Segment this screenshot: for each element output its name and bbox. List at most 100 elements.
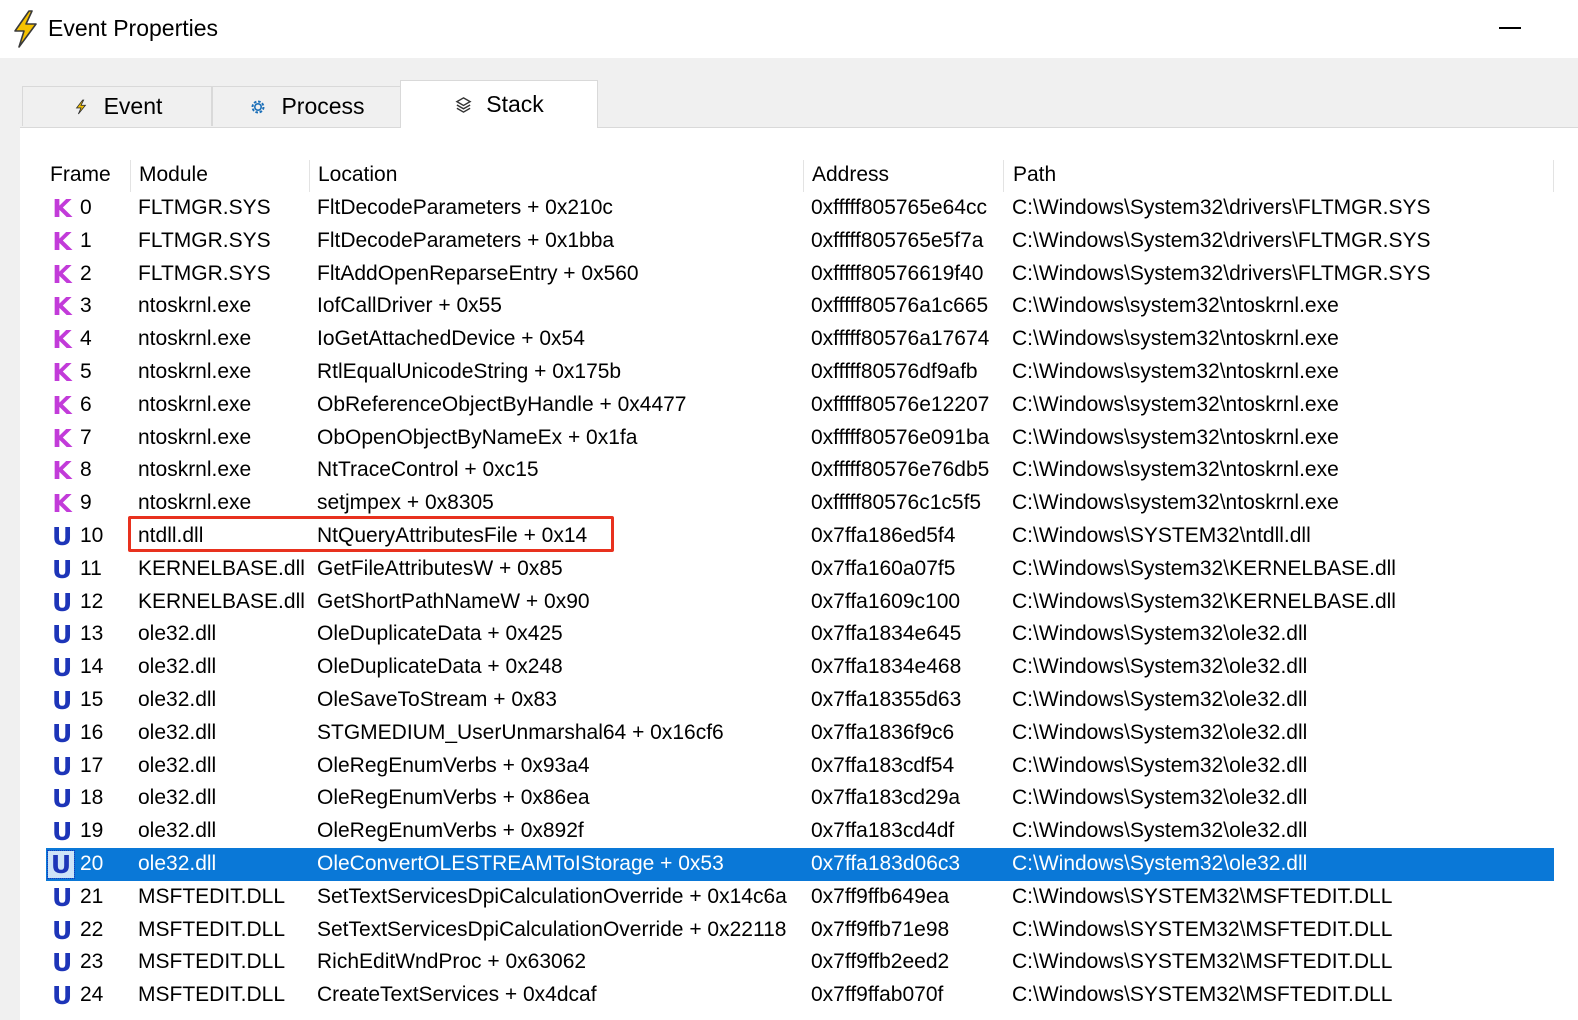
user-mode-icon: U — [52, 587, 73, 617]
table-row[interactable]: U 19 ole32.dll OleRegEnumVerbs + 0x892f 0x7f… — [46, 815, 1554, 848]
cell-frame: 0 — [80, 196, 92, 219]
table-row[interactable]: U 12 KERNELBASE.dll GetShortPathNameW + 0x9… — [46, 586, 1554, 619]
user-mode-icon: U — [52, 915, 73, 945]
stack-frame-list: K 0 FLTMGR.SYS FltDecodeParameters + 0x210c… — [46, 192, 1554, 1012]
cell-module: ole32.dll — [138, 819, 217, 843]
cell-location: SetTextServicesDpiCalculationOverride + … — [317, 917, 787, 941]
cell-location: GetFileAttributesW + 0x85 — [317, 556, 563, 580]
cell-path: C:\Windows\System32\drivers\FLTMGR.SYS — [1012, 196, 1431, 219]
tab-process[interactable]: Process — [212, 86, 402, 126]
cell-path: C:\Windows\System32\KERNELBASE.dll — [1012, 556, 1396, 580]
user-mode-icon: U — [52, 521, 73, 551]
table-row[interactable]: U 10 ntdll.dll NtQueryAttributesFile + 0x14… — [46, 520, 1554, 553]
cell-location: FltAddOpenReparseEntry + 0x560 — [317, 261, 639, 285]
cell-module: ntoskrnl.exe — [138, 359, 252, 383]
table-row[interactable]: K 1 FLTMGR.SYS FltDecodeParameters + 0x1bba… — [46, 225, 1554, 258]
column-separator[interactable] — [1553, 160, 1554, 192]
table-row[interactable]: K 3 ntoskrnl.exe IofCallDriver + 0x55 0xffff… — [46, 290, 1554, 323]
cell-frame: 15 — [80, 687, 104, 711]
cell-frame: 23 — [80, 950, 104, 974]
table-row[interactable]: U 11 KERNELBASE.dll GetFileAttributesW + 0x… — [46, 553, 1554, 586]
cell-path: C:\Windows\SYSTEM32\MSFTEDIT.DLL — [1012, 884, 1393, 908]
table-row[interactable]: U 23 MSFTEDIT.DLL RichEditWndProc + 0x63062… — [46, 946, 1554, 979]
cell-address: 0x7ffa186ed5f4 — [811, 523, 956, 547]
table-row[interactable]: K 6 ntoskrnl.exe ObReferenceObjectByHandle … — [46, 389, 1554, 422]
minimize-icon — [1499, 27, 1521, 29]
column-header-address[interactable]: Address — [810, 156, 889, 194]
cell-address: 0xfffff80576619f40 — [811, 261, 984, 285]
cell-module: ntoskrnl.exe — [138, 392, 252, 416]
table-row[interactable]: U 24 MSFTEDIT.DLL CreateTextServices + 0x4d… — [46, 979, 1554, 1012]
table-row[interactable]: U 21 MSFTEDIT.DLL SetTextServicesDpiCalcula… — [46, 881, 1554, 914]
table-row[interactable]: K 9 ntoskrnl.exe setjmpex + 0x8305 0xfffff80… — [46, 487, 1554, 520]
minimize-button[interactable] — [1490, 10, 1530, 46]
cell-address: 0x7ffa1836f9c6 — [811, 720, 955, 744]
window-title: Event Properties — [48, 15, 219, 41]
kernel-mode-icon: K — [52, 489, 72, 519]
column-header-location[interactable]: Location — [316, 156, 397, 194]
cell-path: C:\Windows\System32\ole32.dll — [1012, 655, 1308, 679]
cell-path: C:\Windows\System32\ole32.dll — [1012, 851, 1308, 875]
table-row[interactable]: K 2 FLTMGR.SYS FltAddOpenReparseEntry + 0x5… — [46, 258, 1554, 291]
cell-location: OleDuplicateData + 0x425 — [317, 622, 563, 646]
user-mode-icon: U — [52, 817, 73, 847]
cell-module: ole32.dll — [138, 622, 217, 646]
table-row[interactable]: U 22 MSFTEDIT.DLL SetTextServicesDpiCalcula… — [46, 914, 1554, 947]
column-header-path[interactable]: Path — [1011, 156, 1056, 194]
table-row[interactable]: U 17 ole32.dll OleRegEnumVerbs + 0x93a4 0x7f… — [46, 750, 1554, 783]
table-row[interactable]: K 5 ntoskrnl.exe RtlEqualUnicodeString + 0x… — [46, 356, 1554, 389]
user-mode-icon: U — [52, 784, 73, 814]
kernel-mode-icon: K — [52, 325, 72, 355]
lightning-icon — [14, 10, 37, 48]
table-row[interactable]: K 0 FLTMGR.SYS FltDecodeParameters + 0x210c… — [46, 192, 1554, 225]
cell-frame: 22 — [80, 917, 104, 941]
cell-address: 0x7ffa1834e645 — [811, 622, 962, 646]
cell-module: ole32.dll — [138, 851, 217, 875]
user-mode-icon: U — [52, 882, 73, 912]
cell-address: 0x7ffa160a07f5 — [811, 556, 956, 580]
user-mode-icon: U — [52, 653, 73, 683]
cell-address: 0x7ffa183cdf54 — [811, 753, 955, 777]
cell-frame: 21 — [80, 884, 104, 908]
table-row[interactable]: K 4 ntoskrnl.exe IoGetAttachedDevice + 0x54… — [46, 323, 1554, 356]
cell-location: OleDuplicateData + 0x248 — [317, 655, 563, 679]
cell-module: ole32.dll — [138, 786, 217, 810]
table-row[interactable]: U 18 ole32.dll OleRegEnumVerbs + 0x86ea 0x7f… — [46, 782, 1554, 815]
cell-location: NtQueryAttributesFile + 0x14 — [317, 523, 588, 547]
table-row[interactable]: U 20 ole32.dll OleConvertOLESTREAMToIStorag… — [46, 847, 1554, 881]
column-separator[interactable] — [1003, 160, 1004, 192]
column-separator[interactable] — [130, 160, 131, 192]
cell-path: C:\Windows\system32\ntoskrnl.exe — [1012, 327, 1339, 351]
table-row[interactable]: U 16 ole32.dll STGMEDIUM_UserUnmarshal64 + … — [46, 717, 1554, 750]
cell-path: C:\Windows\system32\ntoskrnl.exe — [1012, 294, 1339, 318]
column-separator[interactable] — [803, 160, 804, 192]
cell-location: SetTextServicesDpiCalculationOverride + … — [317, 884, 787, 908]
gear-icon — [249, 98, 267, 116]
cell-path: C:\Windows\system32\ntoskrnl.exe — [1012, 425, 1339, 449]
user-mode-icon: U — [52, 685, 73, 715]
cell-frame: 6 — [80, 392, 92, 416]
cell-location: OleSaveToStream + 0x83 — [317, 687, 557, 711]
cell-path: C:\Windows\SYSTEM32\MSFTEDIT.DLL — [1012, 917, 1393, 941]
cell-path: C:\Windows\system32\ntoskrnl.exe — [1012, 458, 1339, 482]
table-row[interactable]: K 8 ntoskrnl.exe NtTraceControl + 0xc15 0xff… — [46, 454, 1554, 487]
column-header-frame[interactable]: Frame — [48, 156, 111, 194]
cell-module: FLTMGR.SYS — [138, 196, 271, 219]
column-header-module[interactable]: Module — [137, 156, 208, 194]
tab-event[interactable]: Event — [22, 86, 212, 126]
layers-icon — [454, 96, 472, 114]
table-row[interactable]: K 7 ntoskrnl.exe ObOpenObjectByNameEx + 0x1… — [46, 422, 1554, 455]
table-row[interactable]: U 15 ole32.dll OleSaveToStream + 0x83 0x7ffa… — [46, 684, 1554, 717]
cell-module: ntoskrnl.exe — [138, 294, 252, 318]
user-mode-icon: U — [52, 981, 73, 1011]
cell-path: C:\Windows\SYSTEM32\MSFTEDIT.DLL — [1012, 950, 1393, 974]
table-row[interactable]: U 14 ole32.dll OleDuplicateData + 0x248 0x7f… — [46, 651, 1554, 684]
kernel-mode-icon: K — [52, 259, 72, 289]
table-row[interactable]: U 13 ole32.dll OleDuplicateData + 0x425 0x7f… — [46, 618, 1554, 651]
cell-address: 0xfffff80576a1c665 — [811, 294, 989, 318]
tab-stack[interactable]: Stack — [400, 80, 598, 128]
cell-location: GetShortPathNameW + 0x90 — [317, 589, 590, 613]
column-separator[interactable] — [309, 160, 310, 192]
cell-location: setjmpex + 0x8305 — [317, 491, 494, 515]
cell-module: ole32.dll — [138, 720, 217, 744]
